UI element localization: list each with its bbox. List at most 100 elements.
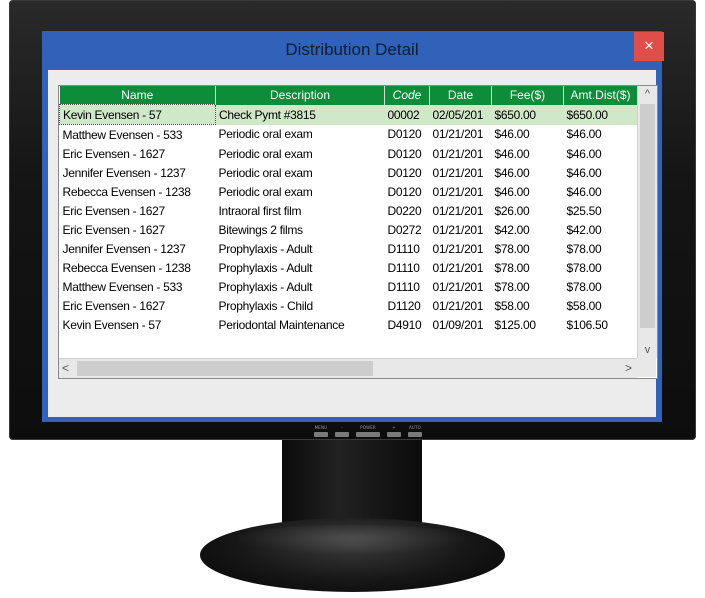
cell-description: Periodic oral exam	[218, 146, 313, 161]
table-row[interactable]: Jennifer Evensen - 1237 Prophylaxis - Adu…	[60, 239, 638, 258]
cell-name: Kevin Evensen - 57	[62, 317, 162, 332]
cell-code: D0120	[387, 184, 422, 199]
cell-code: 00002	[384, 104, 430, 125]
table-row[interactable]: Jennifer Evensen - 1237 Periodic oral exa…	[60, 163, 638, 182]
vertical-scroll-thumb[interactable]	[640, 104, 655, 328]
table-row[interactable]: Kevin Evensen - 57 Check Pymt #3815 00002 0…	[59, 104, 638, 125]
scroll-up-icon[interactable]: ^	[638, 88, 657, 100]
cell-code: D0272	[387, 222, 422, 237]
table-body: Kevin Evensen - 57 Check Pymt #3815 00002 0…	[59, 104, 638, 335]
cell-code: D1110	[387, 241, 420, 256]
cell-code: D0120	[387, 127, 422, 142]
cell-fee: $650.00	[491, 104, 564, 125]
cell-fee: $78.00	[494, 241, 530, 256]
cell-fee: $58.00	[494, 298, 530, 313]
table-row[interactable]: Rebecca Evensen - 1238 Periodic oral exam…	[60, 182, 638, 201]
cell-amt-dist: $650.00	[563, 104, 638, 125]
cell-amt-dist: $46.00	[566, 165, 602, 180]
cell-code: D1110	[387, 279, 420, 294]
column-header-description[interactable]: Description	[215, 86, 385, 105]
cell-date: 01/21/201	[432, 298, 484, 313]
monitor-plus-button: +	[387, 425, 401, 437]
column-header-fee[interactable]: Fee($)	[491, 86, 564, 105]
window-title: Distribution Detail	[285, 40, 419, 59]
cell-code: D1120	[387, 298, 421, 313]
close-button[interactable]: ×	[634, 32, 664, 61]
cell-description: Prophylaxis - Child	[218, 298, 314, 313]
cell-code: D4910	[387, 317, 422, 332]
table-row[interactable]: Eric Evensen - 1627 Intraoral first film D…	[60, 201, 638, 220]
cell-code: D0120	[387, 146, 422, 161]
distribution-grid: Name Description Code Date Fee($) Amt.Di…	[58, 85, 658, 379]
monitor-menu-button: MENU	[314, 425, 328, 437]
cell-description: Check Pymt #3815	[215, 104, 385, 125]
cell-date: 01/21/201	[432, 146, 484, 161]
cell-fee: $46.00	[494, 146, 530, 161]
cell-fee: $78.00	[494, 279, 530, 294]
scroll-right-icon[interactable]: >	[625, 361, 632, 375]
cell-name: Matthew Evensen - 533	[62, 279, 183, 294]
vertical-scrollbar[interactable]: ^ v	[637, 86, 657, 358]
cell-date: 01/21/201	[432, 279, 484, 294]
table-row[interactable]: Matthew Evensen - 533 Prophylaxis - Adult…	[60, 277, 638, 296]
cell-name: Jennifer Evensen - 1237	[62, 241, 186, 256]
cell-name: Kevin Evensen - 57	[59, 104, 216, 125]
distribution-table: Name Description Code Date Fee($) Amt.Di…	[59, 86, 638, 334]
cell-amt-dist: $25.50	[566, 203, 602, 218]
monitor-power-button: POWER	[356, 425, 380, 437]
cell-description: Periodic oral exam	[218, 165, 313, 180]
cell-name: Matthew Evensen - 533	[62, 127, 183, 142]
monitor-auto-button: AUTO	[408, 425, 422, 437]
cell-description: Periodontal Maintenance	[218, 317, 345, 332]
monitor-buttons: MENU - POWER + AUTO	[314, 425, 422, 437]
table-row[interactable]: Eric Evensen - 1627 Prophylaxis - Child D1…	[60, 296, 638, 315]
cell-name: Rebecca Evensen - 1238	[62, 260, 191, 275]
monitor-base-highlight	[232, 525, 472, 555]
cell-amt-dist: $46.00	[566, 146, 602, 161]
monitor-minus-button: -	[335, 425, 349, 437]
horizontal-scroll-thumb[interactable]	[77, 361, 373, 376]
cell-date: 01/21/201	[432, 241, 484, 256]
window-titlebar: Distribution Detail ×	[42, 31, 664, 69]
cell-name: Eric Evensen - 1627	[62, 203, 166, 218]
cell-amt-dist: $106.50	[566, 317, 609, 332]
cell-date: 01/21/201	[432, 222, 484, 237]
cell-fee: $42.00	[494, 222, 530, 237]
table-row[interactable]: Eric Evensen - 1627 Bitewings 2 films D027…	[60, 220, 638, 239]
distribution-detail-window: Distribution Detail × Name Description C…	[42, 31, 664, 422]
table-row[interactable]: Matthew Evensen - 533 Periodic oral exam D…	[60, 125, 638, 145]
monitor-button-label: +	[392, 425, 396, 430]
monitor-button-label: AUTO	[408, 425, 422, 430]
table-row[interactable]: Eric Evensen - 1627 Periodic oral exam D01…	[60, 144, 638, 163]
table-row[interactable]: Kevin Evensen - 57 Periodontal Maintenanc…	[60, 315, 638, 334]
cell-name: Eric Evensen - 1627	[62, 222, 166, 237]
column-header-amt-dist[interactable]: Amt.Dist($)	[563, 86, 638, 105]
monitor-button-label: POWER	[360, 425, 376, 430]
cell-fee: $46.00	[494, 127, 530, 142]
cell-date: 01/21/201	[432, 127, 484, 142]
cell-date: 02/05/201	[429, 104, 492, 125]
cell-date: 01/21/201	[432, 203, 484, 218]
cell-name: Jennifer Evensen - 1237	[62, 165, 186, 180]
cell-amt-dist: $78.00	[566, 241, 602, 256]
cell-description: Periodic oral exam	[218, 184, 313, 199]
cell-description: Prophylaxis - Adult	[218, 279, 313, 294]
cell-amt-dist: $58.00	[566, 298, 602, 313]
cell-description: Prophylaxis - Adult	[218, 260, 313, 275]
column-header-name[interactable]: Name	[59, 86, 216, 105]
monitor-button-label: -	[341, 425, 343, 430]
table-row[interactable]: Rebecca Evensen - 1238 Prophylaxis - Adul…	[60, 258, 638, 277]
scroll-left-icon[interactable]: <	[62, 361, 69, 375]
cell-fee: $26.00	[494, 203, 530, 218]
cell-code: D1110	[387, 260, 420, 275]
column-header-code[interactable]: Code	[384, 86, 430, 105]
cell-date: 01/09/201	[432, 317, 484, 332]
cell-amt-dist: $78.00	[566, 260, 602, 275]
cell-name: Eric Evensen - 1627	[62, 298, 166, 313]
header-row: Name Description Code Date Fee($) Amt.Di…	[59, 86, 638, 105]
scroll-down-icon[interactable]: v	[638, 344, 657, 356]
cell-code: D0120	[387, 165, 422, 180]
horizontal-scrollbar[interactable]: < >	[59, 358, 637, 378]
scrollbar-corner	[637, 358, 656, 377]
column-header-date[interactable]: Date	[429, 86, 492, 105]
